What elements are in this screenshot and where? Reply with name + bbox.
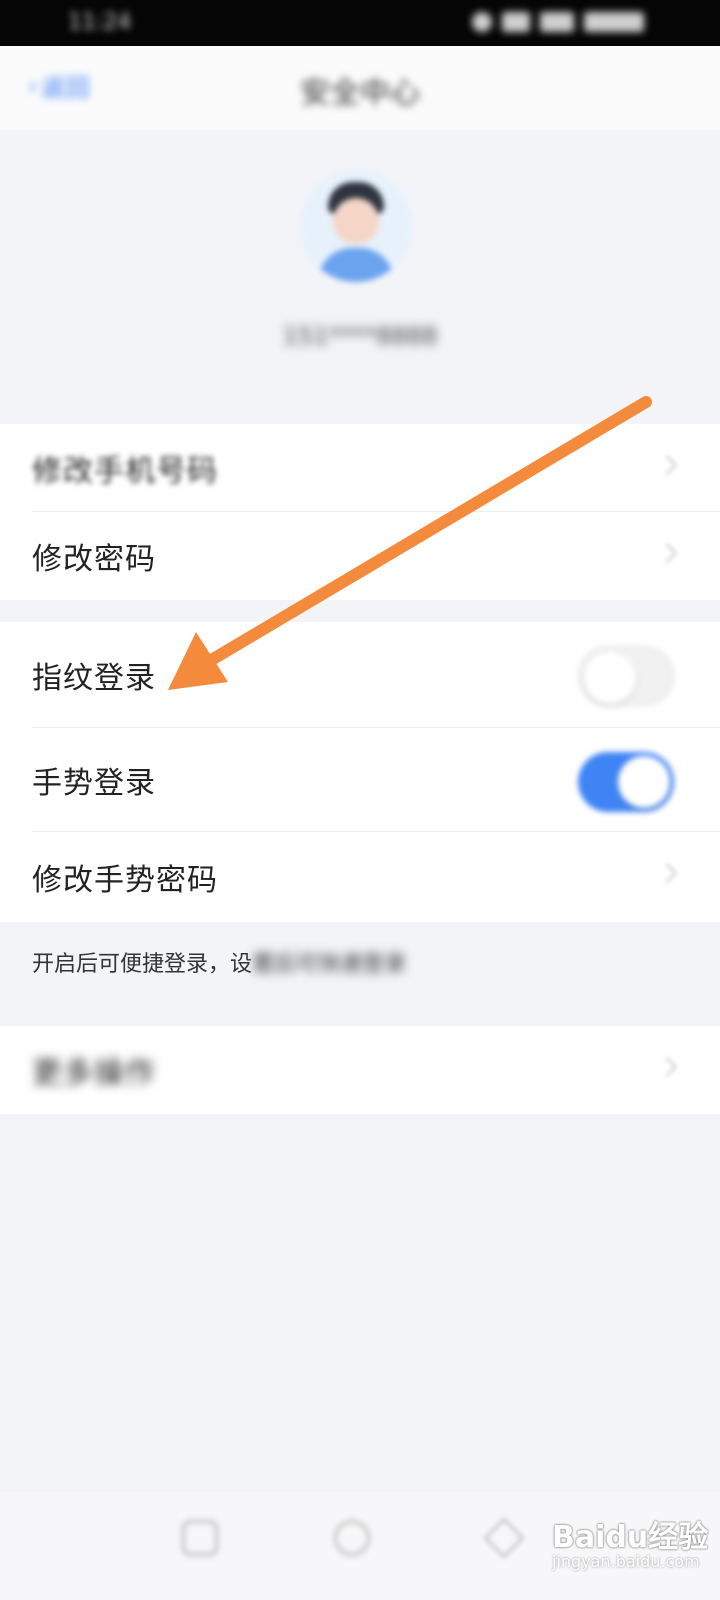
fingerprint-login-toggle[interactable] (578, 646, 674, 706)
baidu-watermark: Baidu经验 (552, 1520, 709, 1555)
baidu-watermark-domain: jingyan.baidu.com (552, 1552, 700, 1571)
toggle-knob (584, 652, 636, 704)
signal-icon (502, 12, 530, 32)
change-gesture-password-row[interactable]: 修改手势密码 (0, 832, 720, 922)
change-phone-label: 修改手机号码 (32, 454, 218, 489)
avatar-body (318, 248, 394, 282)
fingerprint-login-label: 指纹登录 (32, 661, 156, 696)
toggle-knob (618, 756, 670, 808)
nav-bar: ‹ 返回 安全中心 (0, 46, 720, 130)
username: 151****8888 (282, 322, 438, 350)
page-title: 安全中心 (300, 76, 420, 111)
account-group: 修改手机号码 修改密码 (0, 424, 720, 600)
status-bar: 11:24 (0, 0, 720, 46)
hint-text: 开启后可便捷登录，设 (32, 952, 253, 977)
battery-icon (584, 12, 644, 32)
status-time: 11:24 (68, 10, 132, 35)
gesture-login-row: 手势登录 (0, 728, 720, 832)
network-icon (540, 12, 574, 32)
login-group: 指纹登录 手势登录 修改手势密码 (0, 622, 720, 922)
change-password-label: 修改密码 (32, 542, 156, 577)
alarm-icon (472, 12, 492, 32)
menu-icon[interactable] (182, 1520, 218, 1556)
change-phone-row[interactable]: 修改手机号码 (0, 424, 720, 512)
change-password-row[interactable]: 修改密码 (0, 512, 720, 600)
avatar-face (333, 198, 379, 244)
change-gesture-password-label: 修改手势密码 (32, 863, 218, 898)
status-icons (472, 12, 644, 32)
gesture-login-label: 手势登录 (32, 766, 156, 801)
chevron-right-icon (657, 455, 677, 475)
more-actions-label: 更多操作 (32, 1056, 156, 1091)
more-group: 更多操作 (0, 1026, 720, 1114)
chevron-right-icon (657, 543, 677, 563)
back-icon[interactable] (483, 1517, 525, 1559)
avatar[interactable] (300, 170, 412, 282)
home-icon[interactable] (334, 1520, 370, 1556)
fingerprint-login-row: 指纹登录 (0, 622, 720, 728)
chevron-right-icon (657, 1057, 677, 1077)
gesture-login-toggle[interactable] (578, 752, 674, 812)
login-hint: 开启后可便捷登录，设置后可快速登录 (32, 946, 406, 978)
hint-text-blurred: 置后可快速登录 (252, 952, 407, 977)
chevron-right-icon (657, 863, 677, 883)
more-actions-row[interactable]: 更多操作 (0, 1026, 720, 1114)
